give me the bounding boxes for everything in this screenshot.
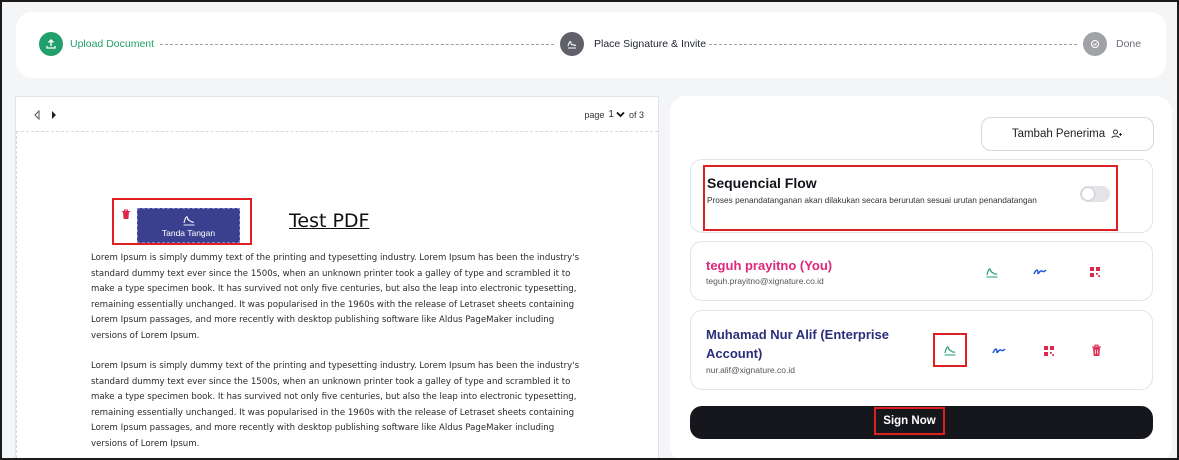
step-done-icon [1083, 32, 1107, 56]
signature-field-label: Tanda Tangan [161, 227, 216, 238]
signer-name: teguh prayitno (You) [706, 258, 833, 273]
trash-icon[interactable] [1089, 343, 1103, 357]
step-upload-label[interactable]: Upload Document [70, 38, 154, 50]
add-recipient-label: Tambah Penerima [1011, 128, 1106, 140]
document-paragraph: Lorem Ipsum is simply dummy text of the … [91, 253, 580, 341]
step-upload-icon [39, 32, 63, 56]
signer-email: teguh.prayitno@xignature.co.id [706, 276, 824, 286]
qr-code-icon[interactable] [1088, 265, 1102, 279]
page-label: page [584, 109, 605, 120]
initial-icon[interactable] [1033, 265, 1047, 279]
prev-page-icon[interactable] [31, 109, 43, 121]
initial-icon[interactable] [992, 344, 1006, 358]
page-control: page 1 of 3 [584, 109, 644, 120]
step-connector [709, 44, 1077, 45]
step-signature-icon [560, 32, 584, 56]
qr-code-icon[interactable] [1042, 344, 1056, 358]
signer-name: Muhamad Nur Alif (Enterprise Account) [706, 327, 889, 361]
sequential-flow-title: Sequencial Flow [707, 175, 817, 191]
signature-icon[interactable] [985, 265, 999, 279]
next-page-icon[interactable] [48, 109, 60, 121]
page-total: of 3 [628, 109, 644, 120]
signer-email: nur.alif@xignature.co.id [706, 365, 795, 375]
app-frame: Upload Document Place Signature & Invite… [0, 0, 1179, 460]
step-signature-label[interactable]: Place Signature & Invite [594, 38, 706, 50]
signature-field[interactable]: Tanda Tangan [137, 208, 240, 243]
page-current: 1 [608, 109, 614, 120]
step-done-label[interactable]: Done [1116, 38, 1141, 50]
document-paragraph: Lorem Ipsum is simply dummy text of the … [91, 361, 580, 449]
page-select[interactable]: 1 [608, 109, 625, 120]
sequential-flow-description: Proses penandatanganan akan dilakukan se… [707, 195, 1037, 205]
step-connector [160, 44, 554, 45]
add-user-icon [1111, 129, 1123, 139]
signature-icon [182, 215, 194, 225]
chevron-down-icon [616, 111, 625, 118]
progress-stepper [16, 12, 1166, 78]
trash-icon[interactable] [121, 207, 131, 219]
add-recipient-button[interactable]: Tambah Penerima [981, 117, 1154, 151]
sequential-flow-toggle[interactable] [1080, 186, 1110, 202]
sign-now-label[interactable]: Sign Now [874, 407, 945, 435]
signature-icon[interactable] [943, 343, 957, 357]
document-title: Test PDF [289, 210, 370, 232]
